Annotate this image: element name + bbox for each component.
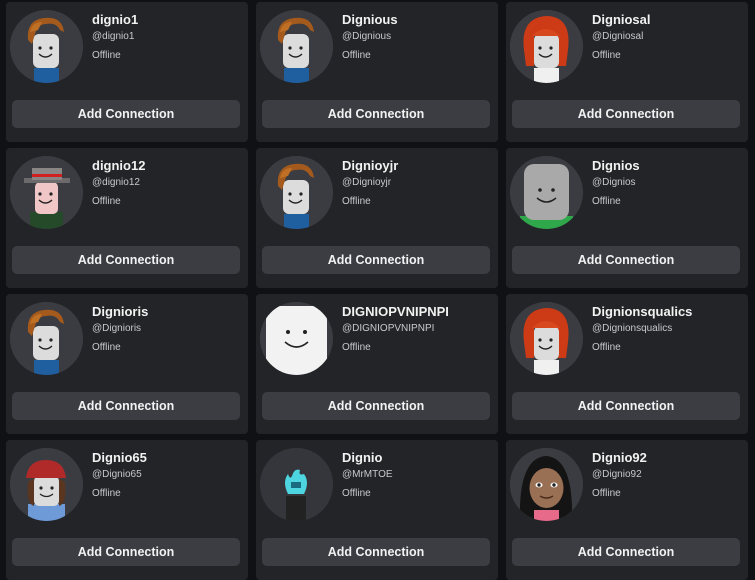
add-connection-button[interactable]: Add Connection [12,100,240,128]
user-card: Dignioyjr @Dignioyjr Offline Add Connection [256,148,498,288]
presence-status: Offline [342,50,371,61]
presence-status: Offline [92,196,121,207]
user-display-name[interactable]: Dignio92 [592,450,647,465]
add-connection-button[interactable]: Add Connection [12,392,240,420]
user-display-name[interactable]: dignio1 [92,12,138,27]
user-card: Dignio92 @Dignio92 Offline Add Connection [506,440,748,580]
user-display-name[interactable]: Dignious [342,12,398,27]
add-connection-button[interactable]: Add Connection [262,392,490,420]
user-display-name[interactable]: Digniosal [592,12,651,27]
add-connection-button[interactable]: Add Connection [12,246,240,274]
user-card: Dignios @Dignios Offline Add Connection [506,148,748,288]
user-card: Dignious @Dignious Offline Add Connection [256,2,498,142]
presence-status: Offline [92,488,121,499]
add-connection-button[interactable]: Add Connection [512,392,740,420]
user-card: dignio1 @dignio1 Offline Add Connection [6,2,248,142]
hat-avatar-icon[interactable] [10,156,83,229]
add-connection-button[interactable]: Add Connection [262,246,490,274]
presence-status: Offline [592,50,621,61]
presence-status: Offline [592,342,621,353]
user-display-name[interactable]: DIGNIOPVNIPNPI [342,304,449,319]
user-display-name[interactable]: Dignionsqualics [592,304,692,319]
user-handle: @Dignio65 [92,469,142,480]
user-card: Dignioris @Dignioris Offline Add Connection [6,294,248,434]
user-card: Digniosal @Digniosal Offline Add Connection [506,2,748,142]
user-handle: @Dignioyjr [342,177,392,188]
add-connection-button[interactable]: Add Connection [512,538,740,566]
user-handle: @Dignioris [92,323,142,334]
user-handle: @Dignious [342,31,392,42]
user-card: Dignio65 @Dignio65 Offline Add Connection [6,440,248,580]
user-handle: @Dignio92 [592,469,642,480]
user-display-name[interactable]: Dignioris [92,304,148,319]
presence-status: Offline [92,50,121,61]
user-handle: @DIGNIOPVNIPNPI [342,323,435,334]
presence-status: Offline [592,488,621,499]
bacon-hair-avatar-icon[interactable] [10,302,83,375]
connections-grid: dignio1 @dignio1 Offline Add Connection Dign… [0,0,755,580]
presence-status: Offline [342,342,371,353]
user-handle: @Dignios [592,177,636,188]
presence-status: Offline [342,488,371,499]
add-connection-button[interactable]: Add Connection [262,100,490,128]
user-display-name[interactable]: Dignioyjr [342,158,398,173]
user-card: DIGNIOPVNIPNPI @DIGNIOPVNIPNPI Offline Add … [256,294,498,434]
bacon-hair-avatar-icon[interactable] [260,156,333,229]
user-display-name[interactable]: Dignios [592,158,640,173]
user-display-name[interactable]: Dignio65 [92,450,147,465]
user-card: Dignionsqualics @Dignionsqualics Offline Ad… [506,294,748,434]
user-card: dignio12 @dignio12 Offline Add Connection [6,148,248,288]
red-hair-avatar-icon[interactable] [510,302,583,375]
bacon-hair-avatar-icon[interactable] [260,10,333,83]
user-handle: @dignio12 [92,177,140,188]
red-hair-avatar-icon[interactable] [510,10,583,83]
user-handle: @MrMTOE [342,469,393,480]
user-display-name[interactable]: dignio12 [92,158,145,173]
add-connection-button[interactable]: Add Connection [512,100,740,128]
add-connection-button[interactable]: Add Connection [12,538,240,566]
add-connection-button[interactable]: Add Connection [262,538,490,566]
user-card: Dignio @MrMTOE Offline Add Connection [256,440,498,580]
user-display-name[interactable]: Dignio [342,450,382,465]
presence-status: Offline [342,196,371,207]
user-handle: @Dignionsqualics [592,323,673,334]
user-handle: @Digniosal [592,31,644,42]
gray-head-avatar-icon[interactable] [510,156,583,229]
user-handle: @dignio1 [92,31,135,42]
white-head-avatar-icon[interactable] [260,302,333,375]
cap-avatar-icon[interactable] [10,448,83,521]
presence-status: Offline [592,196,621,207]
black-hair-avatar-icon[interactable] [510,448,583,521]
flame-head-avatar-icon[interactable] [260,448,333,521]
presence-status: Offline [92,342,121,353]
bacon-hair-avatar-icon[interactable] [10,10,83,83]
add-connection-button[interactable]: Add Connection [512,246,740,274]
